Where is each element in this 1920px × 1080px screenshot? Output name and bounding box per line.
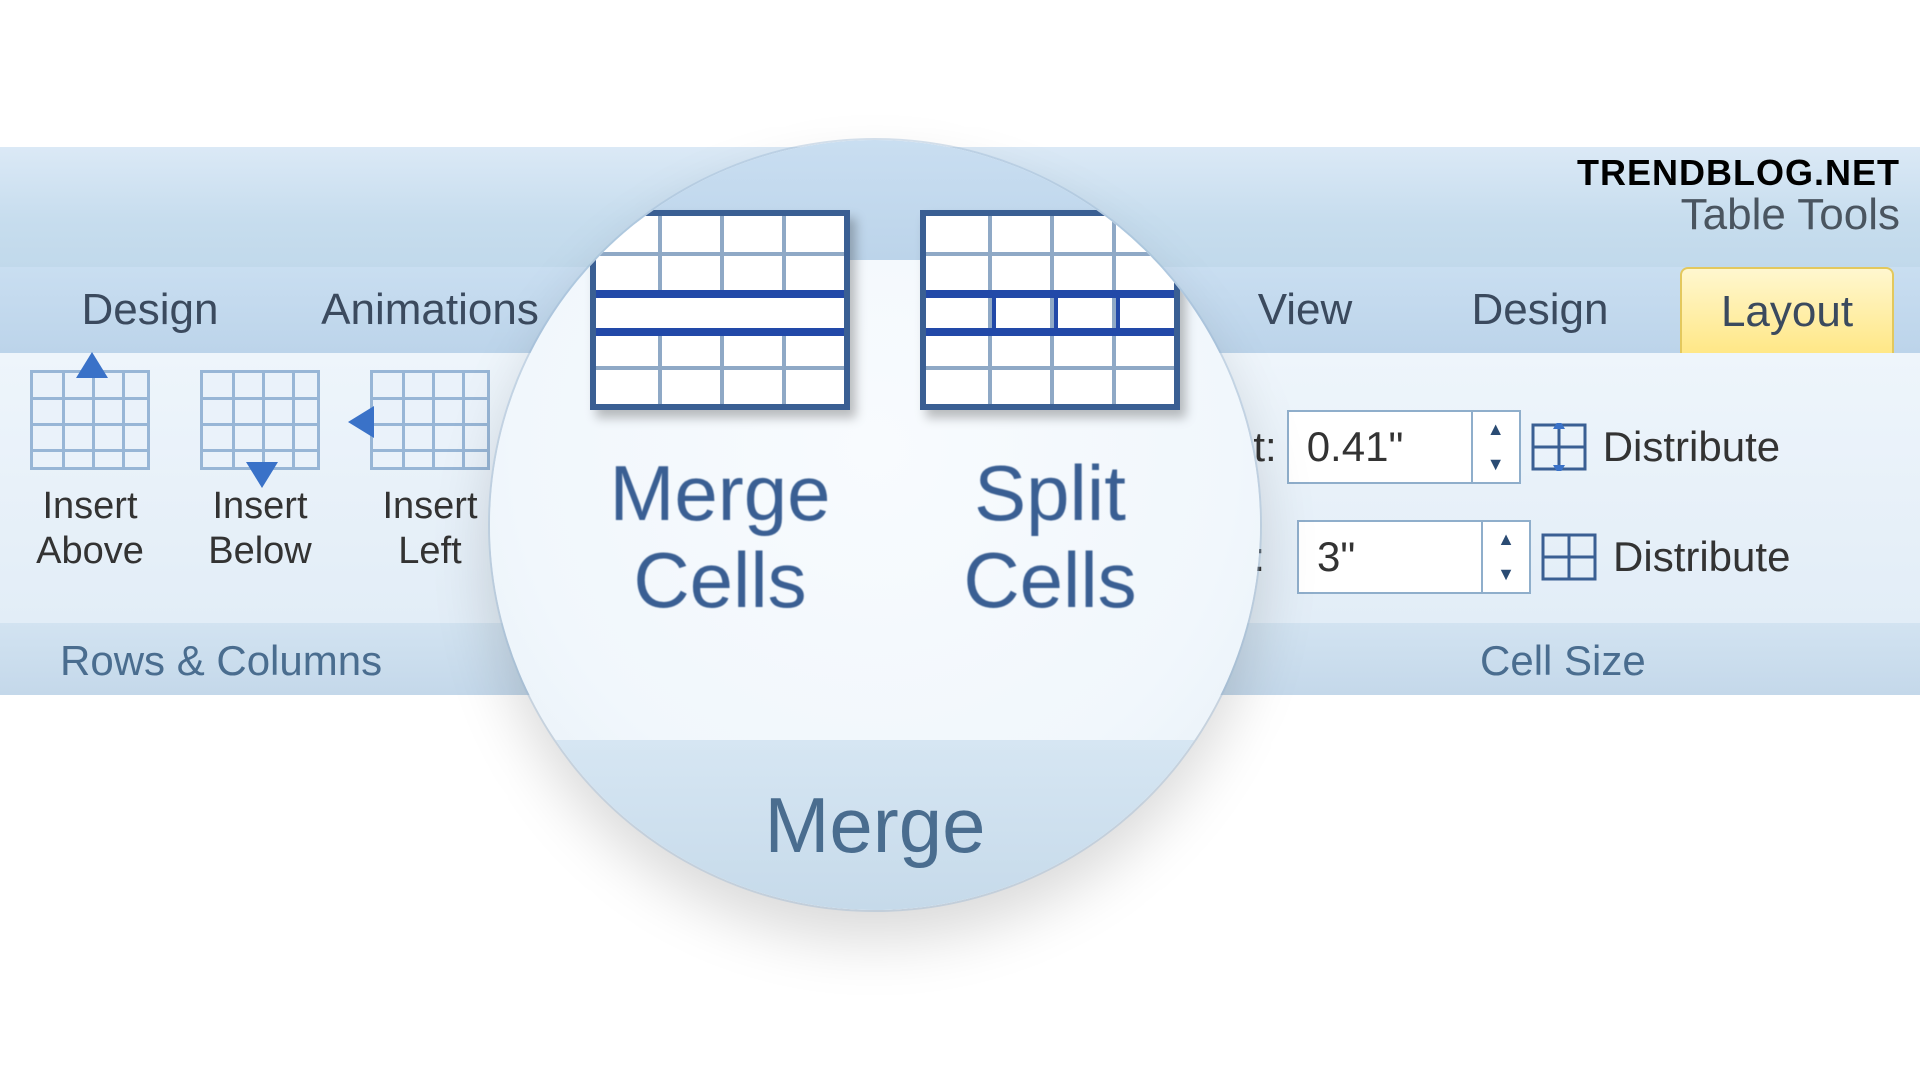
insert-left-button[interactable]: Insert Left: [350, 370, 510, 574]
distribute-columns-label: Distribute: [1613, 533, 1790, 581]
split-cells-label: Split Cells: [890, 450, 1210, 625]
merge-cells-button[interactable]: Merge Cells: [560, 210, 880, 625]
tab-animations[interactable]: Animations: [290, 267, 570, 353]
width-spinner[interactable]: 3" ▲▼: [1297, 520, 1531, 594]
magnifier-lens: Merge Cells Split Cells Merge: [490, 140, 1260, 910]
group-label-rows-columns: Rows & Columns: [60, 637, 382, 685]
distribute-columns-button[interactable]: Distribute: [1541, 533, 1790, 581]
insert-above-label: Insert Above: [10, 484, 170, 574]
distribute-columns-icon: [1541, 533, 1597, 581]
split-cells-icon: [920, 210, 1180, 410]
contextual-tab-title: Table Tools: [1681, 190, 1900, 240]
group-label-cell-size: Cell Size: [1480, 637, 1646, 685]
tab-table-layout-label: Layout: [1721, 287, 1853, 337]
distribute-rows-button[interactable]: Distribute: [1531, 423, 1780, 471]
insert-above-icon: [30, 370, 150, 470]
tab-table-layout[interactable]: Layout: [1680, 267, 1894, 355]
distribute-rows-icon: [1531, 423, 1587, 471]
insert-below-button[interactable]: Insert Below: [180, 370, 340, 574]
magnifier-group-footer: Merge: [490, 740, 1260, 910]
tab-view[interactable]: View: [1230, 267, 1380, 353]
height-value: 0.41": [1289, 423, 1471, 471]
width-value: 3": [1299, 533, 1481, 581]
width-spinner-buttons[interactable]: ▲▼: [1481, 522, 1529, 592]
tab-table-design[interactable]: Design: [1440, 267, 1640, 353]
row-height-control: ht: 0.41" ▲▼ Distribute: [1230, 410, 1780, 484]
insert-below-icon: [200, 370, 320, 470]
tab-table-design-label: Design: [1472, 285, 1609, 335]
merge-cells-label: Merge Cells: [560, 450, 880, 625]
insert-left-label: Insert Left: [350, 484, 510, 574]
height-spinner-buttons[interactable]: ▲▼: [1471, 412, 1519, 482]
insert-above-button[interactable]: Insert Above: [10, 370, 170, 574]
merge-cells-icon: [590, 210, 850, 410]
insert-below-label: Insert Below: [180, 484, 340, 574]
distribute-rows-label: Distribute: [1603, 423, 1780, 471]
tab-design[interactable]: Design: [50, 267, 250, 353]
tab-animations-label: Animations: [321, 285, 539, 335]
insert-left-icon: [370, 370, 490, 470]
watermark-text: TRENDBLOG.NET: [1577, 152, 1900, 194]
group-label-merge: Merge: [764, 780, 985, 871]
column-width-control: h: 3" ▲▼ Distribute: [1230, 520, 1790, 594]
tab-design-label: Design: [82, 285, 219, 335]
split-cells-button[interactable]: Split Cells: [890, 210, 1210, 625]
height-spinner[interactable]: 0.41" ▲▼: [1287, 410, 1521, 484]
tab-view-label: View: [1258, 285, 1353, 335]
